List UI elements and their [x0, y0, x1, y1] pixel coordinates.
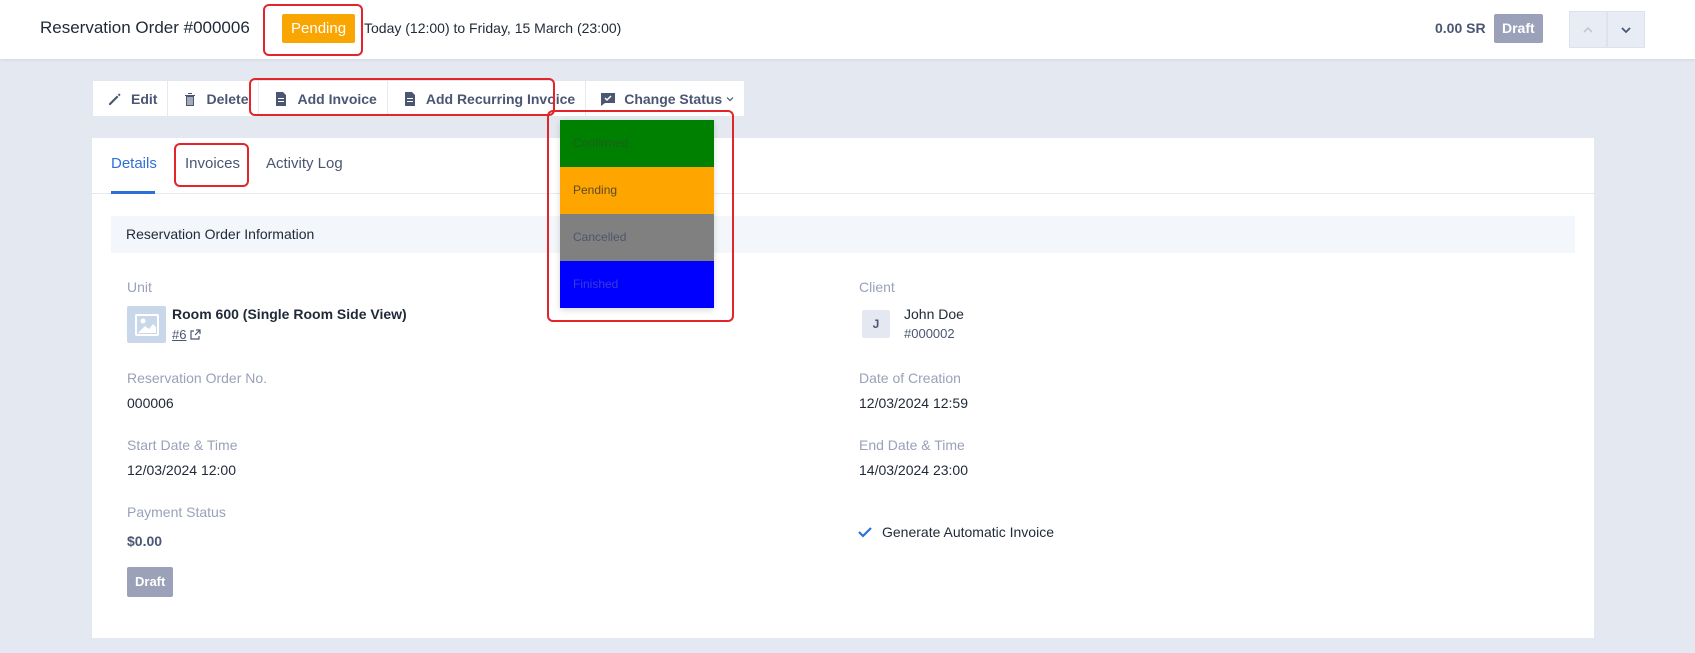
- draft-status-badge: Draft: [1494, 14, 1543, 43]
- unit-link[interactable]: #6: [172, 327, 202, 342]
- add-invoice-button[interactable]: Add Invoice: [259, 80, 388, 117]
- page-title: Reservation Order #000006: [40, 18, 250, 37]
- order-total: 0.00 SR: [1435, 20, 1486, 36]
- unit-link-text: #6: [172, 327, 187, 342]
- chevron-down-icon: [726, 96, 734, 101]
- unit-image-placeholder: [127, 306, 166, 343]
- client-label: Client: [859, 279, 895, 295]
- add-recurring-invoice-label: Add Recurring Invoice: [425, 90, 576, 107]
- creation-date-label: Date of Creation: [859, 370, 961, 386]
- auto-invoice-row: Generate Automatic Invoice: [858, 524, 1054, 540]
- section-header: Reservation Order Information: [111, 216, 1575, 253]
- status-option-cancelled[interactable]: Cancelled: [560, 214, 714, 261]
- end-date-label: End Date & Time: [859, 437, 965, 453]
- avatar: J: [862, 310, 890, 338]
- chevron-up-icon: [1583, 26, 1593, 33]
- check-icon: [858, 527, 872, 538]
- payment-amount: $0.00: [127, 533, 163, 549]
- image-icon: [134, 313, 159, 336]
- action-toolbar: Edit Delete Add Invoice Add Recurring In…: [92, 80, 746, 117]
- tab-bar: Details Invoices Activity Log: [92, 138, 1594, 194]
- external-link-icon: [190, 329, 202, 340]
- chevron-down-icon: [1621, 26, 1631, 33]
- status-option-pending[interactable]: Pending: [560, 167, 714, 214]
- client-code: #000002: [904, 326, 955, 341]
- tab-activity-log[interactable]: Activity Log: [266, 155, 343, 172]
- order-number-label: Reservation Order No.: [127, 370, 268, 386]
- auto-invoice-label: Generate Automatic Invoice: [882, 524, 1054, 540]
- delete-label: Delete: [206, 90, 249, 107]
- status-comment-icon: [601, 92, 616, 106]
- details-card: Details Invoices Activity Log Reservatio…: [92, 138, 1594, 638]
- start-date-value: 12/03/2024 12:00: [127, 462, 236, 478]
- delete-button[interactable]: Delete: [168, 80, 260, 117]
- add-invoice-label: Add Invoice: [297, 90, 377, 107]
- unit-name: Room 600 (Single Room Side View): [172, 306, 407, 322]
- edit-button[interactable]: Edit: [93, 80, 169, 117]
- previous-record-button[interactable]: [1569, 11, 1607, 48]
- top-bar: Reservation Order #000006 Pending Today …: [0, 0, 1695, 59]
- document-icon: [404, 91, 415, 106]
- active-tab-indicator: [111, 191, 155, 194]
- end-date-value: 14/03/2024 23:00: [859, 462, 968, 478]
- status-option-finished[interactable]: Finished: [560, 261, 714, 308]
- status-dropdown-menu: Confirmed Pending Cancelled Finished: [560, 120, 714, 308]
- status-option-confirmed[interactable]: Confirmed: [560, 120, 714, 167]
- date-range: Today (12:00) to Friday, 15 March (23:00…: [364, 20, 622, 36]
- next-record-button[interactable]: [1607, 11, 1645, 48]
- trash-icon: [185, 92, 196, 106]
- client-name[interactable]: John Doe: [904, 306, 964, 322]
- add-recurring-invoice-button[interactable]: Add Recurring Invoice: [388, 80, 587, 117]
- change-status-button[interactable]: Change Status: [586, 80, 744, 117]
- status-badge: Pending: [282, 14, 356, 43]
- creation-date-value: 12/03/2024 12:59: [859, 395, 968, 411]
- unit-label: Unit: [127, 279, 152, 295]
- pencil-icon: [109, 92, 121, 105]
- start-date-label: Start Date & Time: [127, 437, 238, 453]
- payment-status-badge: Draft: [127, 567, 174, 597]
- tab-invoices[interactable]: Invoices: [185, 155, 240, 172]
- order-number-value: 000006: [127, 395, 174, 411]
- tab-details[interactable]: Details: [111, 155, 157, 172]
- payment-status-label: Payment Status: [127, 504, 226, 520]
- edit-label: Edit: [131, 90, 158, 107]
- change-status-label: Change Status: [624, 90, 723, 107]
- document-icon: [276, 91, 287, 106]
